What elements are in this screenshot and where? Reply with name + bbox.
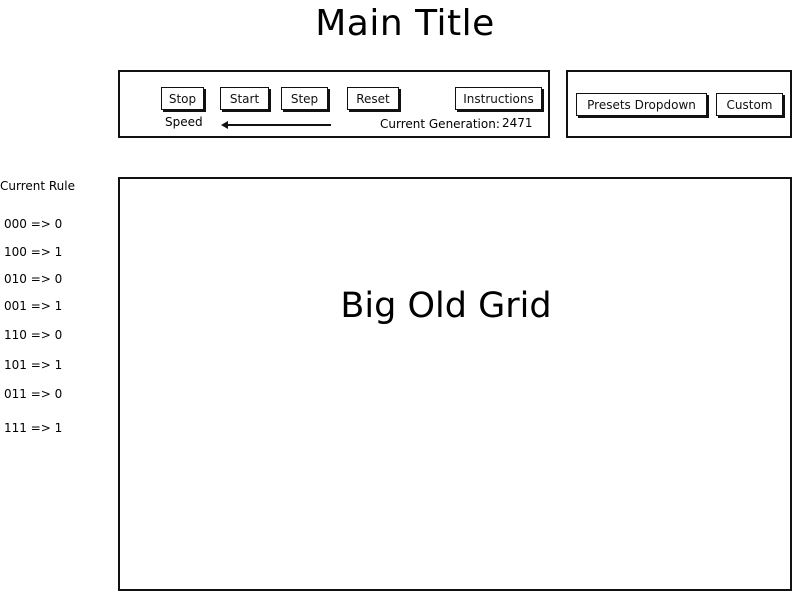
presets-panel: Presets Dropdown Custom	[566, 70, 792, 138]
rule-item: 111 => 1	[4, 421, 63, 435]
rule-item: 011 => 0	[4, 387, 63, 401]
generation-label: Current Generation:	[380, 117, 500, 131]
instructions-button[interactable]: Instructions	[455, 87, 542, 110]
reset-button[interactable]: Reset	[347, 87, 399, 110]
rule-item: 001 => 1	[4, 299, 63, 313]
speed-slider-track	[225, 124, 331, 126]
rule-item: 100 => 1	[4, 245, 63, 259]
rule-item: 000 => 0	[4, 217, 63, 231]
speed-label: Speed	[165, 115, 203, 129]
grid-placeholder-label: Big Old Grid	[340, 286, 552, 326]
custom-button[interactable]: Custom	[716, 93, 783, 116]
stop-button[interactable]: Stop	[161, 87, 204, 110]
step-button[interactable]: Step	[281, 87, 328, 110]
rule-item: 010 => 0	[4, 272, 63, 286]
speed-slider[interactable]	[219, 120, 331, 130]
speed-slider-thumb[interactable]	[221, 121, 228, 129]
current-rule-heading: Current Rule	[0, 179, 76, 193]
rule-item: 101 => 1	[4, 358, 63, 372]
start-button[interactable]: Start	[220, 87, 269, 110]
simulation-controls-panel: Stop Start Step Reset Instructions Speed…	[118, 70, 550, 138]
rule-item: 110 => 0	[4, 328, 63, 342]
page-title: Main Title	[315, 3, 495, 44]
generation-value: 2471	[502, 116, 533, 130]
presets-dropdown[interactable]: Presets Dropdown	[576, 93, 707, 116]
simulation-grid[interactable]: Big Old Grid	[118, 177, 792, 591]
